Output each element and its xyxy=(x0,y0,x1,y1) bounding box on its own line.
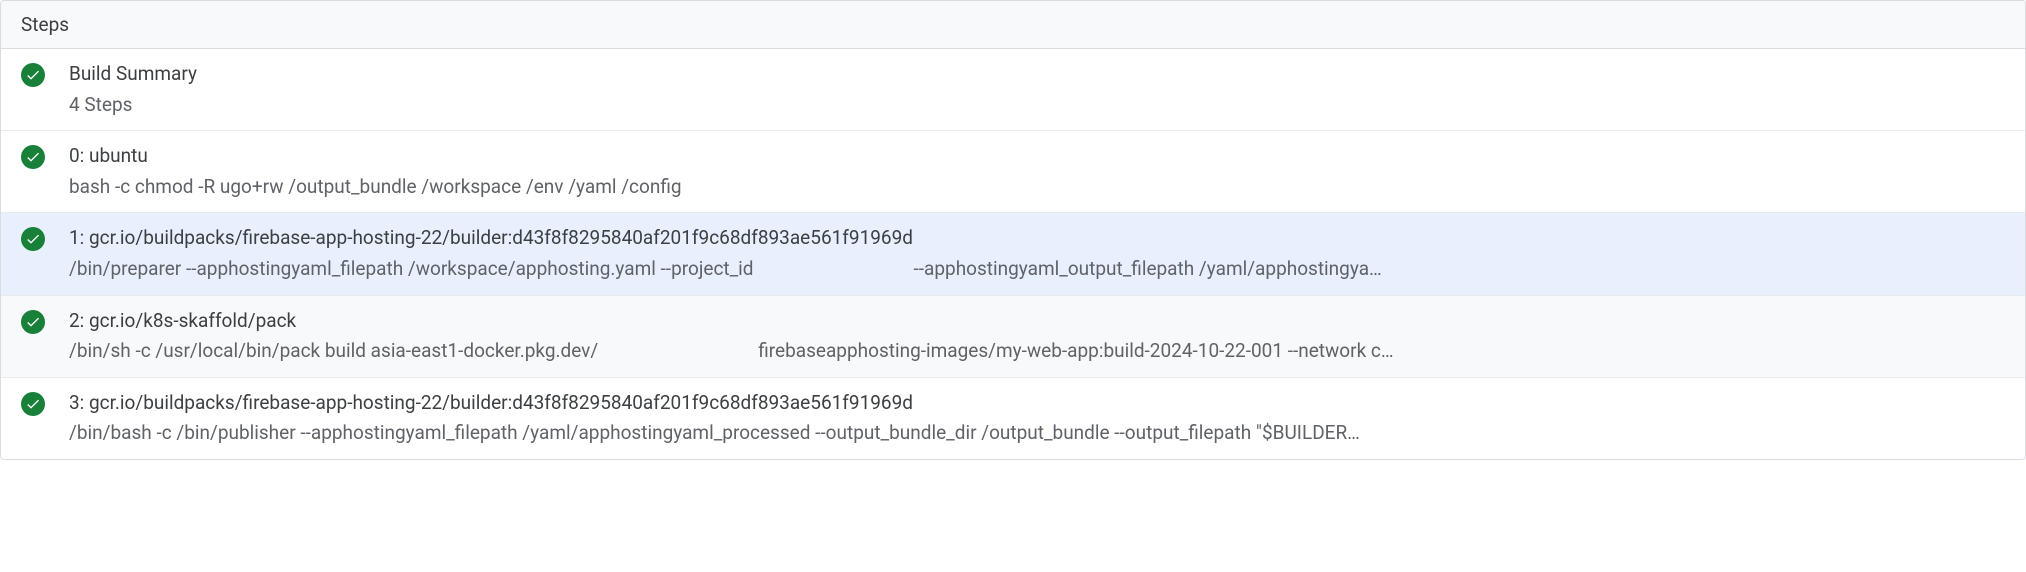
step-title: 0: ubuntu xyxy=(69,143,2005,170)
command-part1: /bin/sh -c /usr/local/bin/pack build asi… xyxy=(69,339,598,362)
step-title: 2: gcr.io/k8s-skaffold/pack xyxy=(69,308,2005,335)
step-command: /bin/preparer --apphostingyaml_filepath … xyxy=(69,256,2005,283)
success-icon xyxy=(21,310,45,334)
step-command: bash -c chmod -R ugo+rw /output_bundle /… xyxy=(69,174,2005,201)
success-icon xyxy=(21,227,45,251)
command-part2: --apphostingyaml_output_filepath /yaml/a… xyxy=(914,257,1382,280)
panel-title: Steps xyxy=(21,13,69,36)
step-row-1[interactable]: 1: gcr.io/buildpacks/firebase-app-hostin… xyxy=(1,213,2025,295)
build-steps-panel: Steps Build Summary 4 Steps 0: ubuntu ba… xyxy=(0,0,2026,460)
command-part2: firebaseapphosting-images/my-web-app:bui… xyxy=(758,339,1393,362)
step-row-0[interactable]: 0: ubuntu bash -c chmod -R ugo+rw /outpu… xyxy=(1,131,2025,213)
summary-subtitle: 4 Steps xyxy=(69,92,2005,119)
success-icon xyxy=(21,392,45,416)
step-command: /bin/sh -c /usr/local/bin/pack build asi… xyxy=(69,338,2005,365)
success-icon xyxy=(21,145,45,169)
step-content: 1: gcr.io/buildpacks/firebase-app-hostin… xyxy=(69,225,2005,282)
step-row-3[interactable]: 3: gcr.io/buildpacks/firebase-app-hostin… xyxy=(1,378,2025,459)
step-command: /bin/bash -c /bin/publisher --apphosting… xyxy=(69,420,2005,447)
step-title: 1: gcr.io/buildpacks/firebase-app-hostin… xyxy=(69,225,2005,252)
command-part1: /bin/preparer --apphostingyaml_filepath … xyxy=(69,257,754,280)
build-summary-row[interactable]: Build Summary 4 Steps xyxy=(1,49,2025,131)
step-content: 2: gcr.io/k8s-skaffold/pack /bin/sh -c /… xyxy=(69,308,2005,365)
success-icon xyxy=(21,63,45,87)
step-content: 0: ubuntu bash -c chmod -R ugo+rw /outpu… xyxy=(69,143,2005,200)
step-content: 3: gcr.io/buildpacks/firebase-app-hostin… xyxy=(69,390,2005,447)
summary-title: Build Summary xyxy=(69,61,2005,88)
step-title: 3: gcr.io/buildpacks/firebase-app-hostin… xyxy=(69,390,2005,417)
panel-header: Steps xyxy=(1,1,2025,49)
step-row-2[interactable]: 2: gcr.io/k8s-skaffold/pack /bin/sh -c /… xyxy=(1,296,2025,378)
step-content: Build Summary 4 Steps xyxy=(69,61,2005,118)
